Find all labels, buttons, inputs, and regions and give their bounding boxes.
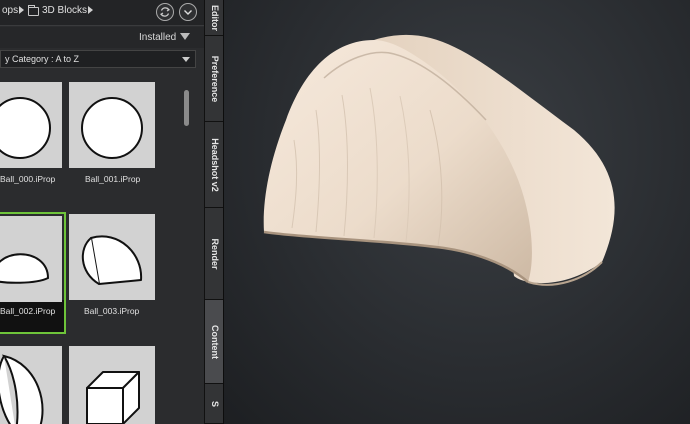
thumbnail-ball-001[interactable] xyxy=(69,82,155,168)
side-tab-bar: Editor Preference Headshot v2 Render Con… xyxy=(204,0,224,424)
tab-label: Content xyxy=(209,324,220,359)
collapse-button[interactable] xyxy=(179,3,197,21)
tab-label: Editor xyxy=(209,4,220,31)
tab-label: Preference xyxy=(209,55,220,102)
half-ball-icon xyxy=(81,235,143,285)
tab-label: Render xyxy=(209,237,220,270)
tab-preference[interactable]: Preference xyxy=(205,36,224,122)
tab-label: Headshot v2 xyxy=(209,137,220,192)
dropdown-arrow-icon xyxy=(182,57,190,62)
thumbnail-ball-003[interactable] xyxy=(69,214,155,300)
thumbnail-block-005[interactable] xyxy=(69,346,155,424)
breadcrumb-current[interactable]: 3D Blocks xyxy=(42,5,87,16)
breadcrumb-separator-icon xyxy=(88,6,93,14)
tab-render[interactable]: Render xyxy=(205,208,224,300)
thumbnail-label: Ball_001.iProp xyxy=(85,174,141,184)
sphere-icon xyxy=(81,97,143,159)
tab-s[interactable]: S xyxy=(205,384,224,424)
thumbnail-ball-004[interactable] xyxy=(0,346,62,424)
breadcrumb-separator-icon xyxy=(19,6,24,14)
thumbnail-label: Ball_000.iProp xyxy=(0,174,56,184)
folder-icon xyxy=(28,5,39,16)
sort-dropdown-value: y Category : A to Z xyxy=(5,54,80,64)
tab-content[interactable]: Content xyxy=(205,300,224,384)
thumbnail-label: Ball_002.iProp xyxy=(0,306,56,316)
filter-icon[interactable] xyxy=(180,33,190,40)
thumbnail-ball-000[interactable] xyxy=(0,82,62,168)
3d-viewport[interactable] xyxy=(224,0,690,424)
sphere-icon xyxy=(0,97,51,159)
filter-label[interactable]: Installed xyxy=(139,32,176,43)
breadcrumb-parent[interactable]: ops xyxy=(2,5,18,16)
thumbnail-label: Ball_003.iProp xyxy=(84,306,140,316)
sort-dropdown[interactable]: y Category : A to Z xyxy=(0,50,196,68)
soft-dome-model xyxy=(263,34,615,286)
tab-headshot-v2[interactable]: Headshot v2 xyxy=(205,122,224,208)
refresh-icon xyxy=(159,7,171,17)
refresh-button[interactable] xyxy=(156,3,174,21)
cube-icon xyxy=(86,371,140,424)
quarter-ball-icon xyxy=(0,354,44,424)
breadcrumb: ops 3D Blocks xyxy=(0,0,204,26)
scrollbar-thumb[interactable] xyxy=(184,90,189,126)
tab-label: S xyxy=(209,400,220,407)
content-panel: ops 3D Blocks Installed y Category : A t… xyxy=(0,0,204,424)
filter-row: Installed xyxy=(0,27,204,48)
chevron-down-icon xyxy=(184,10,192,15)
tab-editor[interactable]: Editor xyxy=(205,0,224,36)
